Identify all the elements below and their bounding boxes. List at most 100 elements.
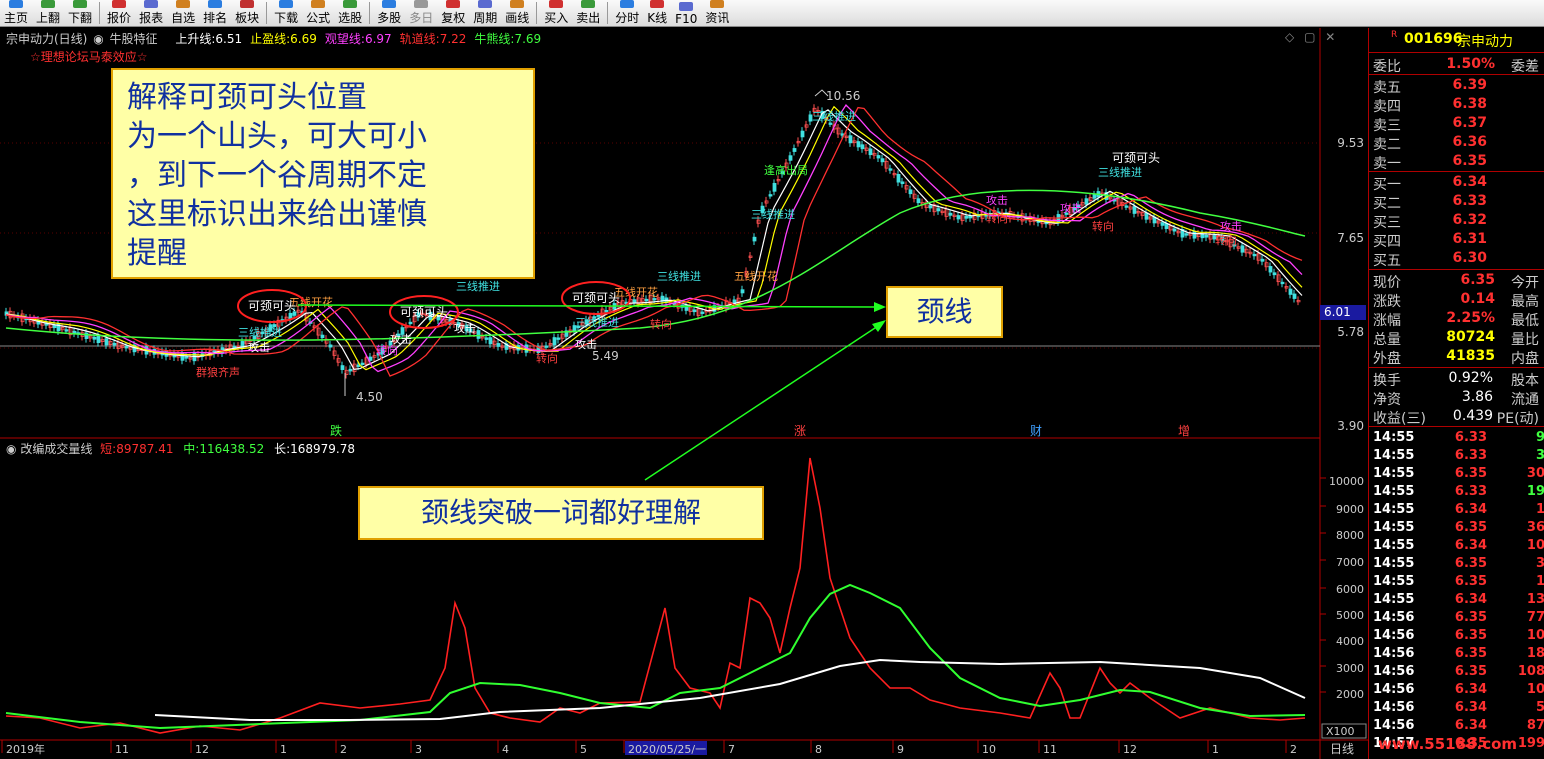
candle-body xyxy=(1132,206,1137,214)
tick-row: 14:55 6.35 1 xyxy=(1369,573,1544,591)
period-label: 日线 xyxy=(1330,742,1354,756)
stat-row: 现价 6.35 今开 xyxy=(1369,271,1544,291)
window-controls[interactable]: ◇ ▢ ✕ xyxy=(1285,30,1335,44)
weibi-label: 委比 xyxy=(1373,59,1401,75)
diamond-icon[interactable]: ◇ xyxy=(1285,30,1294,44)
candle-body xyxy=(1172,228,1177,232)
candle-body xyxy=(868,148,873,156)
signal-cheer: 群狼齐声 xyxy=(196,365,240,379)
toolbar-button[interactable]: 板块 xyxy=(231,0,263,26)
buy-level-row: 买五 6.30 xyxy=(1369,249,1544,269)
toolbar-button[interactable]: 下载 xyxy=(270,0,302,26)
buy-level-label: 买五 xyxy=(1373,253,1401,269)
toolbar-button[interactable]: K线 xyxy=(643,0,671,26)
chart-area[interactable]: 9.53 7.65 5.78 3.90 6.01 10000 9000 8000 7000 600… xyxy=(0,28,1368,759)
close-icon[interactable]: ✕ xyxy=(1325,30,1335,44)
tick-volume: 5 xyxy=(1535,700,1544,715)
toolbar-button[interactable]: 周期 xyxy=(469,0,501,26)
signal-three-line: 三线推进 xyxy=(575,315,619,329)
tick-time: 14:55 xyxy=(1373,466,1415,481)
indicator-name[interactable]: 牛股特征 xyxy=(110,32,158,46)
kjkt-label: 可颈可头 xyxy=(400,305,448,319)
candle-body xyxy=(768,194,773,197)
tick-time: 14:56 xyxy=(1373,682,1415,697)
chevron-down-icon[interactable]: ◉ xyxy=(93,32,103,46)
toolbar-button[interactable]: 资讯 xyxy=(701,0,733,26)
time-axis-label: 5 xyxy=(580,743,587,756)
toolbar-button[interactable]: 下翻 xyxy=(64,0,96,26)
tick-time: 14:55 xyxy=(1373,538,1415,553)
toolbar-button[interactable]: 上翻 xyxy=(32,0,64,26)
volume-axis-label: 5000 xyxy=(1336,609,1364,622)
tick-price: 6.33 xyxy=(1454,484,1487,499)
toolbar-button[interactable]: 画线 xyxy=(501,0,533,26)
toolbar-button[interactable]: 卖出 xyxy=(572,0,604,26)
toolbar-button[interactable]: 选股 xyxy=(334,0,366,26)
tick-row: 14:55 6.35 30 xyxy=(1369,465,1544,483)
tick-row: 14:55 6.33 9 xyxy=(1369,429,1544,447)
sell-level-label: 卖二 xyxy=(1373,137,1401,153)
buy-level-price: 6.34 xyxy=(1452,174,1487,190)
toolbar-icon xyxy=(311,0,326,8)
tick-row: 14:56 6.35 108 xyxy=(1369,663,1544,681)
stat-value: 80724 xyxy=(1446,329,1495,345)
toolbar-button[interactable]: 复权 xyxy=(437,0,469,26)
toolbar-button[interactable]: 自选 xyxy=(167,0,199,26)
sell-level-row: 卖四 6.38 xyxy=(1369,95,1544,115)
kjkt-label: 可颈可头 xyxy=(248,299,296,313)
toolbar-button[interactable]: F10 xyxy=(671,0,701,26)
fin-value: 0.439 xyxy=(1452,408,1493,424)
toolbar-button-label: 分时 xyxy=(615,11,640,25)
note-line: 这里标识出来给出谨慎 xyxy=(127,197,427,232)
candle-body xyxy=(788,155,793,161)
candle-body xyxy=(484,337,489,340)
candle-body xyxy=(956,215,961,220)
time-axis-label: 2020/05/25/一 xyxy=(628,743,706,756)
toolbar-button[interactable]: 排名 xyxy=(199,0,231,26)
toolbar-button-label: F10 xyxy=(675,12,698,26)
volume-long: 长:168979.78 xyxy=(274,442,356,456)
toolbar-button[interactable]: 多日 xyxy=(405,0,437,26)
toolbar-button[interactable]: 分时 xyxy=(611,0,643,26)
candle-body xyxy=(860,144,865,150)
toolbar-icon xyxy=(710,0,725,8)
toolbar-icon xyxy=(208,0,223,8)
toolbar-button-label: 下翻 xyxy=(68,11,93,25)
tick-volume: 108 xyxy=(1517,664,1544,679)
volume-chevron-icon[interactable]: ◉ xyxy=(6,442,16,456)
signal-turn: 转向 xyxy=(1092,219,1114,233)
tick-row: 14:56 6.34 5 xyxy=(1369,699,1544,717)
stat-value: 41835 xyxy=(1446,348,1495,364)
candle-body xyxy=(644,298,649,302)
ma-line-value: 观望线:6.97 xyxy=(324,32,392,46)
stat-row: 涨幅 2.25% 最低 xyxy=(1369,309,1544,329)
candle-body xyxy=(800,130,805,138)
tick-row: 14:55 6.33 3 xyxy=(1369,447,1544,465)
candle-body xyxy=(856,141,861,148)
ma-line-value: 上升线:6.51 xyxy=(175,32,243,46)
toolbar-button[interactable]: 多股 xyxy=(373,0,405,26)
signal-five-line: 五线开花 xyxy=(734,269,778,283)
tick-row: 14:55 6.34 10 xyxy=(1369,537,1544,555)
restore-icon[interactable]: ▢ xyxy=(1304,30,1315,44)
toolbar-button[interactable]: 买入 xyxy=(540,0,572,26)
toolbar-button[interactable]: 主页 xyxy=(0,0,32,26)
volume-axis-label: 8000 xyxy=(1336,529,1364,542)
candle-body xyxy=(1124,205,1129,208)
weibi-value: 1.50% xyxy=(1446,56,1495,72)
toolbar-button-label: 买入 xyxy=(544,11,569,25)
stat-label: 涨跌 xyxy=(1373,294,1401,310)
volume-title[interactable]: 改编成交量线 xyxy=(20,442,92,456)
toolbar-button[interactable]: 公式 xyxy=(302,0,334,26)
toolbar-button[interactable]: 报价 xyxy=(103,0,135,26)
candle-body xyxy=(880,158,885,163)
tick-time: 14:56 xyxy=(1373,610,1415,625)
candle-body xyxy=(104,338,109,346)
toolbar-button[interactable]: 报表 xyxy=(135,0,167,26)
candle-body xyxy=(1092,194,1097,199)
toolbar-icon xyxy=(581,0,596,8)
time-axis-label: 4 xyxy=(502,743,509,756)
tick-row: 14:56 6.35 10 xyxy=(1369,627,1544,645)
signal-attack: 攻击 xyxy=(1220,219,1242,233)
fin-value: 0.92% xyxy=(1448,370,1493,386)
